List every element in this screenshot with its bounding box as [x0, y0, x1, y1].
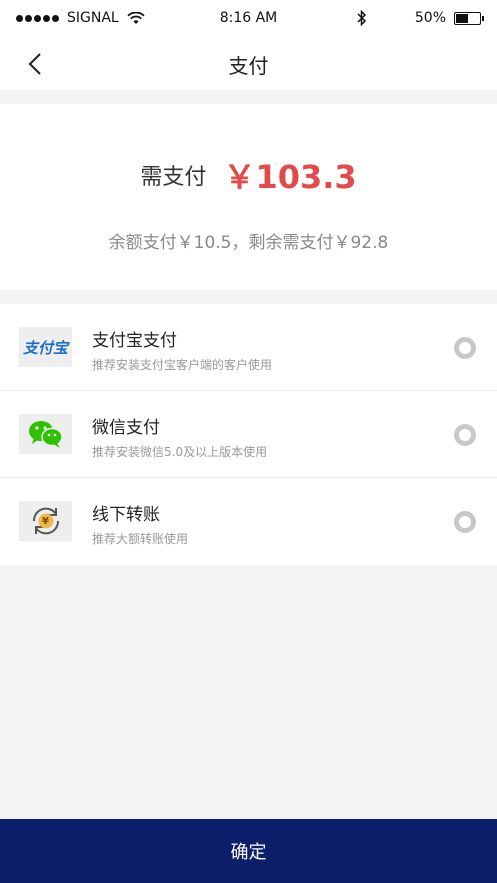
status-bar: SIGNAL 8:16 AM 50% [0, 0, 497, 38]
payment-method-desc: 推荐大额转账使用 [92, 532, 189, 546]
need-pay-row: 需支付 ￥103.3 [0, 152, 497, 198]
page-title: 支付 [228, 54, 269, 78]
transfer-icon: ¥ [19, 501, 72, 541]
radio-button[interactable] [454, 511, 476, 533]
balance-split-text: 余额支付￥10.5，剩余需支付￥92.8 [108, 233, 389, 253]
payment-method-wechat[interactable]: 微信支付 推荐安装微信5.0及以上版本使用 [0, 391, 497, 478]
radio-button[interactable] [454, 337, 476, 359]
alipay-logo-text: 支付宝 [22, 338, 68, 357]
payment-method-name: 微信支付 [92, 418, 160, 438]
amount-card: 需支付 ￥103.3 余额支付￥10.5，剩余需支付￥92.8 [0, 104, 497, 290]
payment-method-desc: 推荐安装微信5.0及以上版本使用 [92, 445, 268, 459]
nav-bar: 支付 [0, 38, 497, 90]
battery-group: 50% [414, 10, 484, 26]
bluetooth-icon [357, 10, 367, 26]
need-pay-label: 需支付 [140, 165, 207, 190]
payment-method-list: 支付宝 支付宝支付 推荐安装支付宝客户端的客户使用 微信支付 推荐安装微信5.0… [0, 304, 497, 565]
confirm-button[interactable]: 确定 [0, 819, 497, 883]
need-pay-amount: ￥103.3 [223, 158, 357, 196]
payment-method-transfer[interactable]: ¥ 线下转账 推荐大额转账使用 [0, 478, 497, 565]
payment-method-alipay[interactable]: 支付宝 支付宝支付 推荐安装支付宝客户端的客户使用 [0, 304, 497, 391]
alipay-icon: 支付宝 [19, 327, 72, 367]
yen-symbol: ¥ [42, 515, 49, 527]
battery-percent: 50% [414, 10, 446, 26]
payment-method-desc: 推荐安装支付宝客户端的客户使用 [92, 358, 273, 372]
payment-method-name: 支付宝支付 [92, 331, 177, 351]
wechat-bubbles-icon [28, 421, 63, 448]
wechat-icon [19, 414, 72, 454]
radio-button[interactable] [454, 424, 476, 446]
battery-icon [454, 11, 484, 25]
payment-method-name: 线下转账 [92, 505, 160, 525]
